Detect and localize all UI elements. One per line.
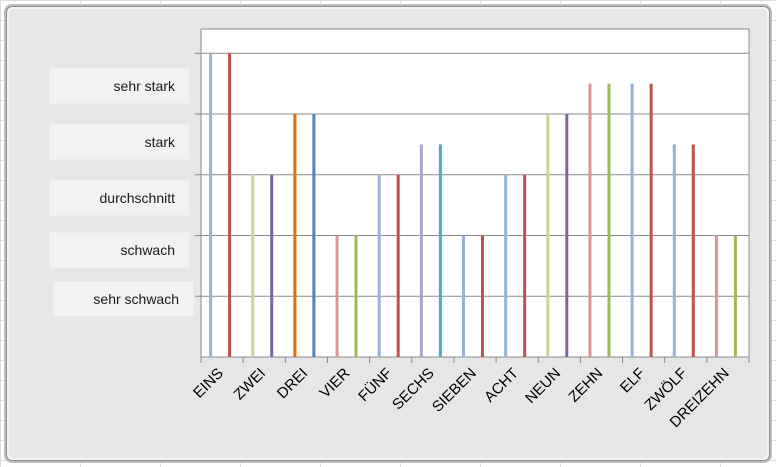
x-tick-label: FÜNF <box>355 364 396 405</box>
x-tick-label: EINS <box>190 365 227 402</box>
bar-drei-series-2 <box>312 114 316 357</box>
x-tick-label: ACHT <box>481 365 522 406</box>
bar-zwölf-series-1 <box>672 144 676 357</box>
bar-dreizehn-series-2 <box>733 235 737 357</box>
bar-neun-series-2 <box>565 114 569 357</box>
x-tick-label: VIER <box>317 365 354 402</box>
bar-zehn-series-1 <box>588 83 592 358</box>
bar-zehn-series-2 <box>607 83 611 358</box>
plot-background <box>200 28 750 358</box>
bar-sechs-series-2 <box>438 144 442 357</box>
bar-neun-series-1 <box>546 114 550 357</box>
x-tick-label: SIEBEN <box>429 365 480 416</box>
bar-eins-series-1 <box>209 53 213 357</box>
x-tick-label: DREI <box>274 365 311 402</box>
bar-sechs-series-1 <box>419 144 423 357</box>
bar-acht-series-1 <box>504 174 508 357</box>
bar-zwei-series-1 <box>251 174 255 357</box>
x-tick-label: ELF <box>617 365 648 396</box>
bar-fünf-series-1 <box>377 174 381 357</box>
bar-elf-series-2 <box>649 83 653 358</box>
bar-acht-series-2 <box>523 174 527 357</box>
bar-vier-series-1 <box>335 235 339 357</box>
bar-sieben-series-1 <box>462 235 465 357</box>
x-tick-label: ZWEI <box>231 365 270 404</box>
bar-fünf-series-2 <box>396 174 400 357</box>
bar-drei-series-1 <box>293 114 297 357</box>
bar-eins-series-2 <box>228 53 232 357</box>
bar-vier-series-2 <box>354 235 358 357</box>
bar-dreizehn-series-1 <box>714 235 718 357</box>
bar-sieben-series-2 <box>481 235 484 357</box>
bar-zwei-series-2 <box>270 174 274 357</box>
x-tick-label: NEUN <box>522 365 564 407</box>
chart-plot: EINS ZWEI DREI VIER FÜNFSECHSSIEBEN ACHT NEUN Z… <box>190 28 750 431</box>
x-tick-label: ZEHN <box>565 365 606 406</box>
bar-elf-series-1 <box>630 83 634 358</box>
bar-zwölf-series-2 <box>691 144 695 357</box>
